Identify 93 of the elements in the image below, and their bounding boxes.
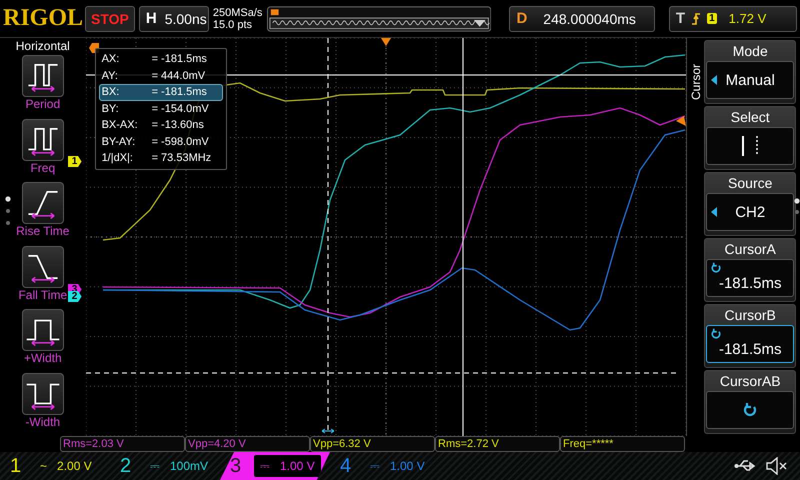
measure-button[interactable] [22, 182, 64, 224]
rotate-knob-icon [710, 262, 722, 274]
sample-rate: 250MSa/s [212, 6, 264, 18]
readout-label: BY: [102, 102, 120, 116]
menu-softkey[interactable]: Source CH2 [704, 172, 796, 236]
left-arrow-icon [711, 75, 718, 85]
trigger-level: 1.72 V [728, 11, 766, 26]
softkey-label: Source [728, 174, 772, 193]
readout-value: = 73.53MHz [152, 151, 212, 166]
left-arrow-icon [711, 207, 718, 217]
channel-tab[interactable]: 4 ⎓ 1.00 V [330, 452, 440, 480]
timebase-label: H [146, 10, 157, 27]
channel-tab[interactable]: 1 ~ 2.00 V [0, 452, 110, 480]
readout-label: 1/|dX|: [102, 151, 134, 166]
softkey-label: CursorB [724, 306, 776, 325]
channel-marker[interactable]: 1 [68, 156, 82, 167]
measure-label: Fall Time [18, 288, 68, 302]
rising-edge-icon [691, 12, 702, 26]
page-dots-icon [5, 196, 11, 226]
softkey-label: Select [730, 108, 770, 127]
readout-label: BX-AX: [102, 118, 139, 132]
rotate-knob-icon [742, 402, 758, 418]
measurement-readout: Vpp=4.20 V [185, 436, 310, 452]
delay-marker-icon [380, 38, 391, 46]
measure-button[interactable] [22, 372, 64, 414]
softkey-label: CursorA [724, 240, 776, 259]
softkey-value: Manual [726, 72, 775, 88]
menu-softkey[interactable]: CursorB -181.5ms [704, 304, 796, 368]
measure-button[interactable] [22, 55, 64, 97]
measure-button[interactable] [22, 246, 64, 288]
readout-label: BX: [102, 85, 120, 100]
coupling-symbol: ~ [40, 459, 48, 473]
channel-number: 4 [340, 454, 352, 478]
readout-value: = 444.0mV [152, 68, 206, 83]
delay-label: D [516, 10, 528, 27]
timebase-value: 5.00ns [164, 10, 207, 26]
menu-softkey[interactable]: Select [704, 106, 796, 170]
channel-number: 3 [230, 454, 242, 478]
measurement-readout: Rms=2.72 V [435, 436, 560, 452]
readout-label: BY-AY: [102, 134, 136, 149]
memory-depth: 15.0 pts [212, 18, 254, 30]
measure-label: +Width [24, 351, 62, 365]
measurement-readout: Freq=***** [560, 436, 685, 452]
softkey-label: CursorAB [720, 372, 781, 391]
readout-value: = -181.5ms [152, 85, 207, 100]
measure-label: -Width [25, 414, 60, 428]
measure-button[interactable] [22, 309, 64, 351]
trigger-level-icon [676, 116, 686, 126]
delay-value: 248.000040ms [543, 10, 636, 26]
speaker-muted-icon [766, 457, 788, 475]
measure-button[interactable] [22, 118, 64, 160]
timebase-panel[interactable]: H 5.00ns [138, 6, 209, 32]
measure-label: Period [25, 97, 60, 111]
rotate-knob-icon [710, 328, 722, 340]
usb-icon [734, 459, 758, 473]
menu-softkey[interactable]: CursorA -181.5ms [704, 238, 796, 302]
menu-softkey[interactable]: CursorAB [704, 370, 796, 434]
readout-value: = -154.0mV [152, 102, 209, 116]
cursor-marker-icon [322, 428, 334, 434]
measure-label: Freq [30, 160, 56, 174]
delay-panel[interactable]: D 248.000040ms [509, 6, 655, 32]
measurement-readout: Rms=2.03 V [60, 436, 185, 452]
menu-title: Horizontal [16, 38, 70, 55]
readout-value: = -181.5ms [152, 52, 207, 66]
channel-scale: 1.00 V [280, 459, 315, 473]
coupling-symbol: ⎓ [370, 459, 380, 473]
readout-label: AY: [102, 68, 119, 83]
channel-tab[interactable]: 2 ⎓ 100mV [110, 452, 220, 480]
trigger-source: 1 [707, 13, 717, 24]
measurement-readout: Vpp=6.32 V [310, 436, 435, 452]
channel-number: 2 [120, 454, 132, 478]
channel-marker[interactable]: 2 [68, 291, 82, 302]
menu-softkey[interactable]: Mode Manual [704, 40, 796, 104]
menu-title: Cursor [688, 62, 703, 100]
channel-tab[interactable]: 3 ⎓ 1.00 V [220, 452, 330, 480]
trigger-label: T [676, 10, 686, 27]
softkey-value: -181.5ms [718, 274, 782, 292]
channel-scale: 100mV [170, 459, 208, 473]
run-stop-button[interactable]: STOP [85, 6, 135, 32]
readout-label: AX: [102, 52, 120, 66]
brand-logo: RIGOL [3, 5, 81, 32]
softkey-value: -181.5ms [718, 340, 782, 358]
coupling-symbol: ⎓ [150, 459, 160, 473]
readout-value: = -598.0mV [152, 134, 209, 149]
softkey-value: CH2 [735, 204, 766, 220]
trigger-panel[interactable]: T 1 1.72 V [668, 6, 797, 32]
readout-value: = -13.60ns [152, 118, 204, 132]
measure-label: Rise Time [16, 224, 70, 238]
channel-scale: 1.00 V [390, 459, 425, 473]
channel-number: 1 [10, 454, 22, 478]
coupling-symbol: ⎓ [260, 459, 270, 473]
softkey-label: Mode [732, 42, 768, 61]
channel-scale: 2.00 V [57, 459, 92, 473]
